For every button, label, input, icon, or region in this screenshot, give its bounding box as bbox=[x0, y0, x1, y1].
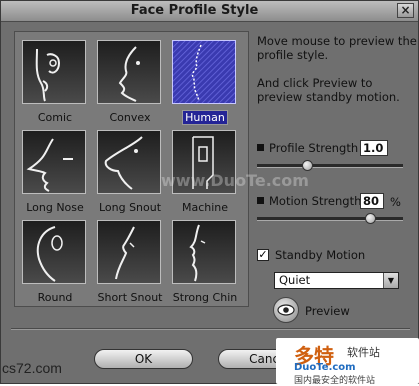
preview-label[interactable]: Preview bbox=[305, 304, 350, 318]
style-thumb-short-snout[interactable] bbox=[97, 220, 161, 284]
site-footer-text: cs72.com bbox=[2, 360, 62, 376]
dialog-title: Face Profile Style bbox=[130, 3, 259, 18]
style-cell-round[interactable]: Round bbox=[20, 217, 90, 304]
eye-icon bbox=[277, 304, 295, 316]
motion-strength-unit: % bbox=[390, 195, 401, 209]
preview-eye-button[interactable] bbox=[273, 297, 299, 323]
convex-face-icon bbox=[118, 46, 140, 102]
style-label-strong-chin: Strong Chin bbox=[172, 291, 238, 304]
watermark-center: www.DuoTe.com bbox=[161, 171, 309, 190]
style-thumb-long-nose[interactable] bbox=[22, 130, 86, 194]
style-cell-human[interactable]: Human bbox=[170, 37, 240, 125]
style-thumb-round[interactable] bbox=[22, 220, 86, 284]
style-cell-convex[interactable]: Convex bbox=[95, 37, 165, 124]
ok-button[interactable]: OK bbox=[94, 349, 193, 369]
profile-strength-label: Profile Strength bbox=[257, 141, 358, 155]
close-button[interactable]: × bbox=[397, 3, 414, 18]
style-cell-comic[interactable]: Comic bbox=[20, 37, 90, 124]
style-thumb-human[interactable] bbox=[172, 40, 236, 104]
motion-strength-input[interactable]: 80 bbox=[360, 193, 384, 209]
standby-motion-label: Standby Motion bbox=[275, 248, 366, 262]
standby-motion-select[interactable]: Quiet ▼ bbox=[274, 272, 399, 289]
bullet-icon bbox=[257, 197, 264, 204]
style-label-machine: Machine bbox=[181, 201, 229, 214]
motion-strength-slider[interactable] bbox=[257, 217, 403, 221]
style-cell-strong-chin[interactable]: Strong Chin bbox=[170, 217, 240, 304]
style-cell-short-snout[interactable]: Short Snout bbox=[95, 217, 165, 304]
comic-face-icon bbox=[35, 48, 61, 102]
profile-style-grid: Comic Convex Human Long Nose Long Snout … bbox=[14, 31, 249, 307]
standby-motion-value: Quiet bbox=[279, 273, 311, 287]
logo-url-text: DuoTe.com bbox=[294, 362, 356, 373]
strong-chin-face-icon bbox=[189, 224, 206, 282]
style-cell-machine[interactable]: Machine bbox=[170, 127, 240, 214]
style-thumb-convex[interactable] bbox=[97, 40, 161, 104]
round-face-icon bbox=[36, 226, 63, 282]
profile-strength-input[interactable]: 1.0 bbox=[360, 140, 388, 156]
face-profile-style-dialog: Face Profile Style × Comic Convex Human … bbox=[0, 0, 419, 384]
logo-cn-text: 软件站 bbox=[347, 346, 380, 359]
bullet-icon bbox=[257, 144, 264, 151]
title-bar[interactable]: Face Profile Style × bbox=[1, 1, 418, 22]
motion-strength-slider-thumb[interactable] bbox=[365, 213, 376, 224]
info-line-2: And click Preview to preview standby mot… bbox=[257, 76, 400, 104]
style-cell-long-nose[interactable]: Long Nose bbox=[20, 127, 90, 214]
human-face-icon bbox=[173, 41, 235, 103]
style-cell-long-snout[interactable]: Long Snout bbox=[95, 127, 165, 214]
long-nose-face-icon bbox=[26, 138, 73, 192]
info-text: Move mouse to preview the profile style.… bbox=[257, 34, 417, 118]
logo-tag-text: 国内最安全的软件站 bbox=[294, 376, 376, 386]
profile-strength-slider[interactable] bbox=[257, 164, 403, 168]
style-thumb-long-snout[interactable] bbox=[97, 130, 161, 194]
long-snout-face-icon bbox=[104, 136, 143, 190]
short-snout-face-icon bbox=[115, 226, 135, 280]
standby-motion-checkbox[interactable]: ✓ bbox=[257, 249, 269, 261]
style-label-human: Human bbox=[160, 110, 250, 125]
style-thumb-comic[interactable] bbox=[22, 40, 86, 104]
style-thumb-strong-chin[interactable] bbox=[172, 220, 236, 284]
motion-strength-label: Motion Strength bbox=[257, 194, 361, 208]
divider bbox=[11, 328, 410, 330]
info-line-1: Move mouse to preview the profile style. bbox=[257, 34, 417, 62]
chevron-down-icon[interactable]: ▼ bbox=[383, 273, 398, 288]
profile-strength-slider-thumb[interactable] bbox=[301, 160, 313, 171]
